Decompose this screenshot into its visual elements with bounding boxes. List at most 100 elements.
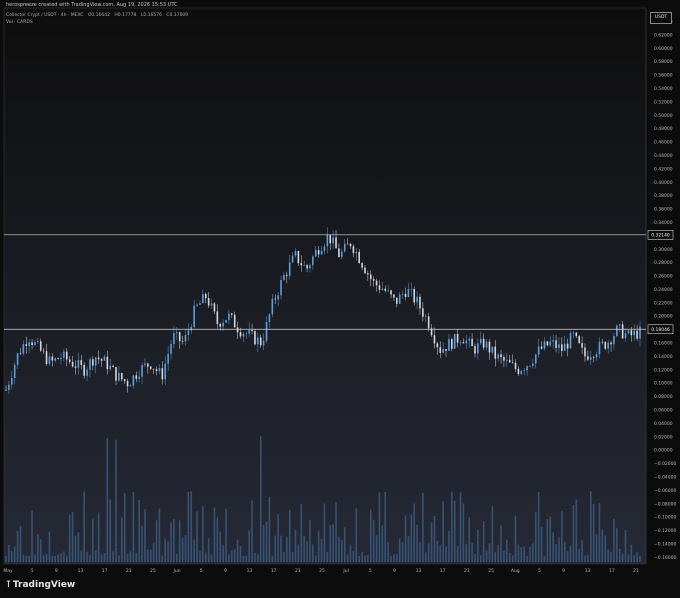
volume-bar bbox=[187, 491, 190, 562]
volume-bar bbox=[129, 551, 132, 562]
candle-body bbox=[89, 359, 91, 370]
candle-body bbox=[135, 375, 138, 379]
x-tick-label: 21 bbox=[295, 568, 301, 574]
volume-bar bbox=[86, 551, 88, 562]
volume-bar bbox=[497, 545, 499, 562]
volume-bar bbox=[199, 550, 201, 562]
volume-bar bbox=[589, 491, 592, 562]
candle-body bbox=[404, 293, 407, 297]
y-tick-label: 0.12000 bbox=[654, 367, 673, 373]
hline-price-label: 0.18046 bbox=[651, 327, 670, 333]
volume-bar bbox=[89, 555, 91, 562]
y-tick-label: −0.14000 bbox=[654, 542, 677, 548]
candle-body bbox=[288, 262, 291, 276]
volume-bar bbox=[34, 554, 36, 562]
volume-bar bbox=[144, 509, 146, 562]
plot-area[interactable] bbox=[3, 7, 647, 565]
candle-body bbox=[109, 365, 112, 370]
candle-body bbox=[503, 357, 505, 361]
x-tick-label: 25 bbox=[150, 568, 156, 574]
volume-bar bbox=[225, 508, 227, 562]
volume-bar bbox=[242, 555, 245, 562]
volume-bar bbox=[71, 512, 74, 562]
volume-bar bbox=[592, 503, 595, 562]
candle-body bbox=[416, 296, 418, 303]
volume-bar bbox=[251, 500, 253, 562]
x-tick-label: Jun bbox=[173, 568, 181, 574]
y-tick-label: 0.46000 bbox=[654, 140, 673, 146]
volume-bar bbox=[48, 531, 51, 562]
volume-bar bbox=[158, 508, 161, 562]
candle-body bbox=[468, 338, 470, 341]
candle-body bbox=[616, 325, 618, 337]
candle-body bbox=[555, 340, 557, 348]
candle-body bbox=[529, 365, 531, 367]
candle-body bbox=[422, 308, 424, 317]
candle-body bbox=[639, 326, 641, 339]
candle-body bbox=[45, 351, 48, 364]
candle-body bbox=[190, 326, 193, 331]
volume-bar bbox=[312, 544, 314, 562]
tradingview-logo: ⊺ TradingView bbox=[6, 580, 75, 590]
volume-bar bbox=[303, 535, 305, 562]
candle-body bbox=[393, 294, 395, 298]
volume-bar bbox=[309, 520, 311, 562]
symbol-line: Collector Crypt / USDT · 4h · MEXC O0.16… bbox=[6, 13, 188, 18]
candle-body bbox=[74, 366, 77, 368]
candle-body bbox=[164, 363, 167, 380]
volume-bar bbox=[245, 555, 248, 562]
candle-body bbox=[613, 336, 615, 345]
volume-bar bbox=[341, 539, 343, 562]
volume-bar bbox=[349, 545, 352, 562]
candle-body bbox=[445, 349, 447, 351]
volume-bar bbox=[407, 535, 410, 562]
candle-body bbox=[497, 354, 499, 359]
y-tick-label: 0.62000 bbox=[654, 32, 673, 38]
volume-bar bbox=[422, 492, 424, 562]
volume-bar bbox=[436, 540, 439, 562]
volume-bar bbox=[503, 550, 505, 562]
candle-body bbox=[448, 339, 450, 351]
candle-body bbox=[500, 354, 502, 358]
candle-body bbox=[286, 274, 288, 276]
candle-body bbox=[242, 333, 245, 337]
currency-unit-badge[interactable]: USDT bbox=[650, 12, 672, 24]
volume-bar bbox=[291, 551, 294, 562]
candle-body bbox=[225, 319, 227, 323]
volume-bar bbox=[173, 518, 175, 562]
volume-bar bbox=[581, 540, 583, 562]
volume-bar bbox=[294, 529, 297, 562]
volume-bar bbox=[520, 547, 523, 562]
candle-body bbox=[167, 353, 169, 364]
candle-body bbox=[477, 343, 479, 354]
volume-bar bbox=[288, 510, 291, 562]
candle-body bbox=[598, 341, 601, 355]
candle-body bbox=[277, 295, 279, 300]
candle-body bbox=[323, 246, 326, 251]
candle-body bbox=[161, 368, 164, 380]
volume-bar bbox=[126, 554, 129, 562]
volume-bar bbox=[161, 555, 164, 562]
candle-body bbox=[523, 370, 525, 371]
candle-body bbox=[233, 314, 236, 328]
y-tick-label: 0.54000 bbox=[654, 86, 673, 92]
x-tick-label: 25 bbox=[488, 568, 494, 574]
candle-body bbox=[245, 333, 248, 335]
y-tick-label: 0.34000 bbox=[654, 220, 673, 226]
candle-body bbox=[213, 303, 216, 312]
candle-body bbox=[42, 350, 45, 352]
volume-bar bbox=[135, 552, 138, 562]
volume-bar bbox=[523, 546, 525, 562]
volume-bar bbox=[123, 493, 126, 562]
y-tick-label: 0.08000 bbox=[654, 394, 673, 400]
x-tick-label: 25 bbox=[319, 568, 325, 574]
volume-bar bbox=[231, 550, 233, 562]
brand-name: TradingView bbox=[12, 580, 76, 590]
candle-body bbox=[410, 288, 413, 290]
volume-bar bbox=[239, 546, 242, 562]
candle-body bbox=[103, 356, 106, 361]
candle-body bbox=[630, 330, 633, 336]
candle-body bbox=[68, 359, 71, 362]
x-tick-label: Jul bbox=[342, 568, 348, 574]
candle-body bbox=[396, 297, 398, 304]
